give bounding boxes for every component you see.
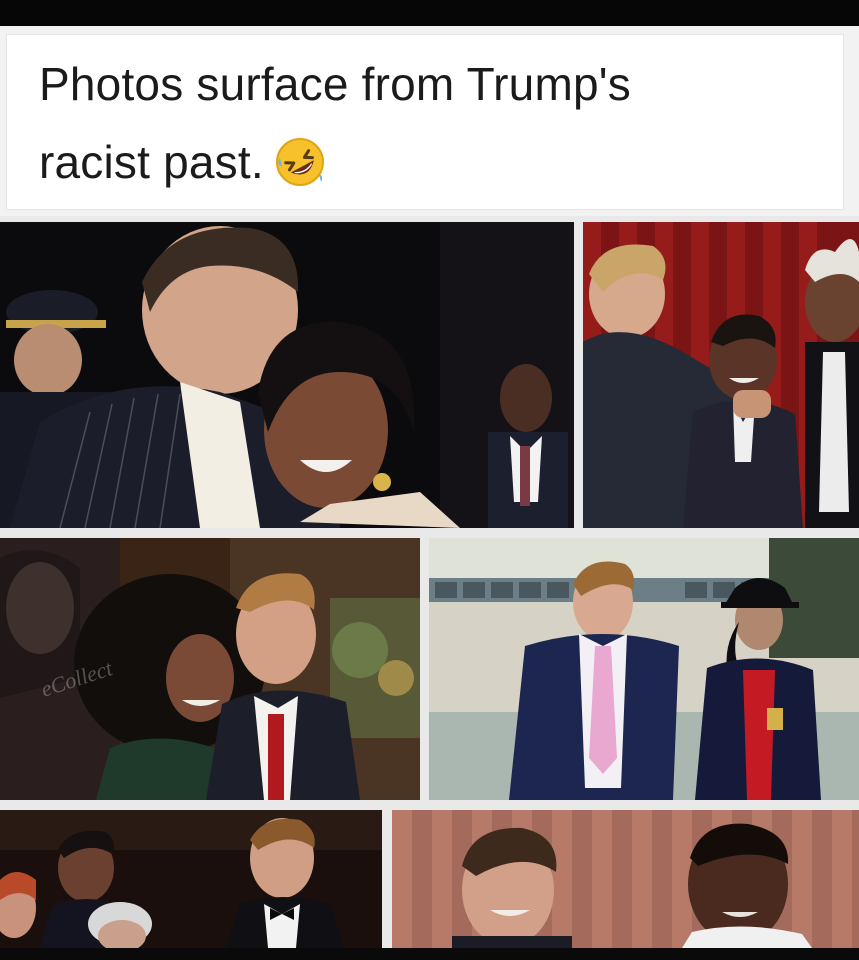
caption-card: Photos surface from Trump's racist past.: [6, 34, 844, 210]
photo-1-image: [0, 222, 574, 528]
photo-6: [392, 810, 859, 948]
rolling-laughing-emoji-icon: [275, 138, 324, 186]
photo-1: [0, 222, 574, 528]
photo-2-image: [583, 222, 859, 528]
caption-line-1: Photos surface from Trump's: [39, 58, 631, 110]
photo-2: [583, 222, 859, 528]
caption-panel: Photos surface from Trump's racist past.: [0, 26, 859, 216]
photo-3: eCollect: [0, 538, 420, 800]
photo-5: [0, 810, 382, 948]
caption-line-2: racist past.: [39, 123, 799, 201]
caption-line-2-text: racist past.: [39, 136, 264, 188]
top-black-bar: [0, 0, 859, 26]
bottom-black-bar: [0, 948, 859, 960]
photo-4: [429, 538, 859, 800]
photo-6-image: [392, 810, 859, 948]
photo-5-image: [0, 810, 382, 948]
photo-collage: eCollect: [0, 216, 859, 960]
caption-text: Photos surface from Trump's racist past.: [39, 45, 799, 201]
photo-4-image: [429, 538, 859, 800]
